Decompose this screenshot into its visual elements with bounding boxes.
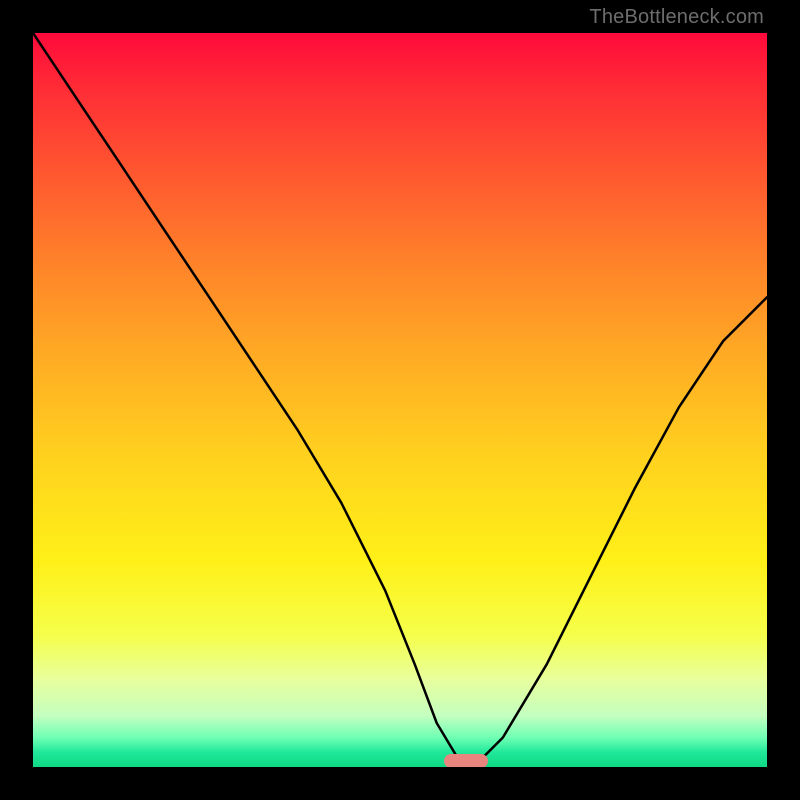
bottleneck-curve (33, 33, 767, 767)
plot-area (33, 33, 767, 767)
chart-frame: TheBottleneck.com (0, 0, 800, 800)
optimal-marker (444, 754, 488, 767)
watermark-text: TheBottleneck.com (589, 6, 764, 29)
